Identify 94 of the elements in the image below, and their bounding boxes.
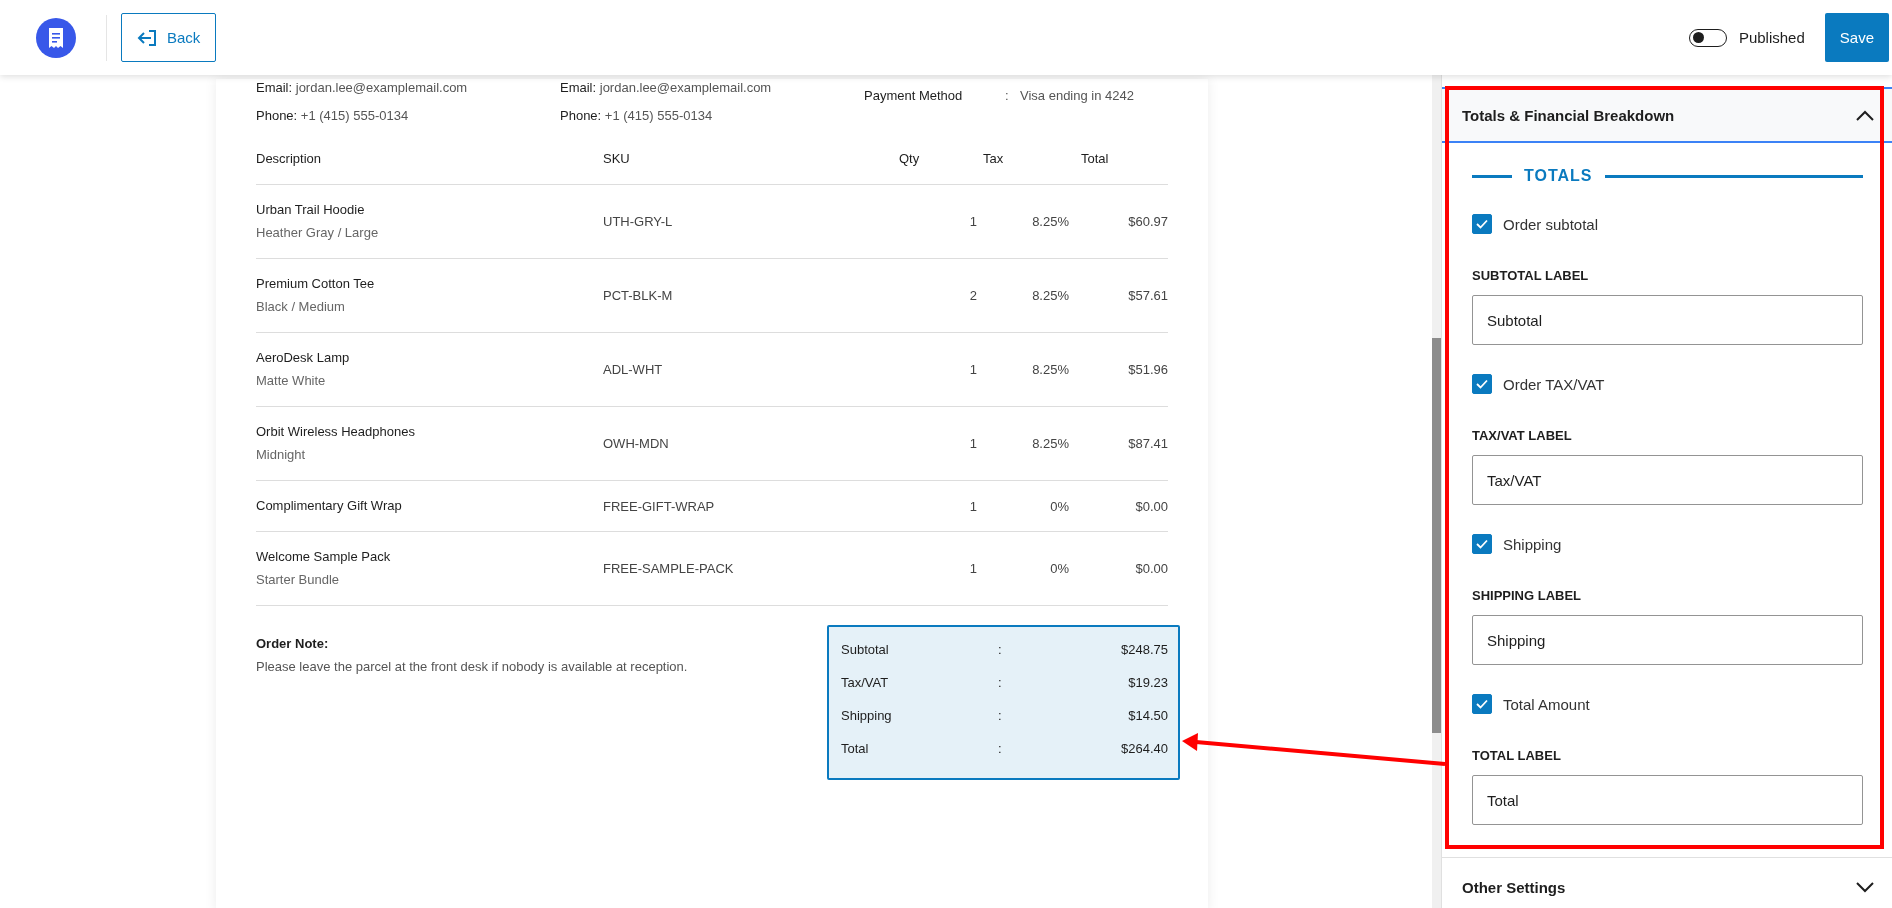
check-icon <box>1476 699 1488 709</box>
input-field[interactable]: Subtotal <box>1472 295 1863 345</box>
payment-value: Visa ending in 4242 <box>1020 87 1134 105</box>
item-name: Welcome Sample Pack <box>256 548 392 566</box>
item-name: Orbit Wireless Headphones <box>256 423 416 441</box>
sku-cell-text: FREE-SAMPLE-PACK <box>603 561 735 576</box>
qty-cell-text: 1 <box>968 214 977 229</box>
totals-label: Total <box>841 740 870 758</box>
save-button[interactable]: Save <box>1824 13 1889 62</box>
check-icon <box>1476 219 1488 229</box>
totals-label: Subtotal <box>841 641 890 659</box>
total-cell-text: $57.61 <box>1127 288 1168 303</box>
tax-cell-text: 0% <box>1049 498 1069 514</box>
phone-text: Phone: +1 (415) 555-0134 <box>560 107 714 125</box>
toggle-label: Published <box>1738 29 1805 46</box>
sku-cell-text: ADL-WHT <box>603 362 664 377</box>
checkbox[interactable] <box>1472 374 1492 394</box>
checkbox-label: Total Amount <box>1503 695 1590 713</box>
qty-cell-text: 1 <box>968 362 977 377</box>
totals-value: $19.23 <box>1127 674 1168 692</box>
section-heading: TOTALS <box>1524 167 1593 185</box>
sku-cell-text: UTH-GRY-L <box>603 214 674 229</box>
item-variant: Midnight <box>256 446 307 464</box>
total-cell-text: $51.96 <box>1127 362 1168 377</box>
back-arrow-icon <box>137 28 157 47</box>
item-variant: Black / Medium <box>256 298 346 316</box>
column-header: Total <box>1081 151 1110 166</box>
tax-cell-text: 8.25% <box>1031 362 1069 377</box>
checkbox-label: Order TAX/VAT <box>1503 375 1605 393</box>
checkbox[interactable] <box>1472 214 1492 234</box>
total-cell-text: $87.41 <box>1127 436 1168 451</box>
column-header: SKU <box>603 151 631 166</box>
item-name: Premium Cotton Tee <box>256 275 376 293</box>
note-text: Please leave the parcel at the front desk if nobody is available at reception. <box>256 659 688 674</box>
publish-toggle[interactable] <box>1688 28 1727 47</box>
tax-cell-text: 8.25% <box>1031 288 1069 303</box>
qty-cell-text: 1 <box>968 498 977 514</box>
totals-value: $14.50 <box>1127 707 1168 725</box>
tax-cell-text: 8.25% <box>1031 214 1069 229</box>
item-variant: Matte White <box>256 372 327 390</box>
scrollbar-thumb[interactable] <box>1432 338 1441 733</box>
email-text: Email: jordan.lee@examplemail.com <box>560 79 773 97</box>
separator: : <box>998 674 1003 692</box>
separator: : <box>998 740 1003 758</box>
field-label: TOTAL LABEL <box>1472 748 1562 763</box>
check-icon <box>1476 379 1488 389</box>
item-name: AeroDesk Lamp <box>256 349 351 367</box>
sku-cell-text: FREE-GIFT-WRAP <box>603 498 716 514</box>
totals-value: $248.75 <box>1120 641 1168 659</box>
phone-text: Phone: +1 (415) 555-0134 <box>256 107 410 125</box>
item-name: Complimentary Gift Wrap <box>256 497 403 515</box>
sku-cell-text: PCT-BLK-M <box>603 288 674 303</box>
receipt-logo-icon <box>36 17 76 58</box>
field-label: TAX/VAT LABEL <box>1472 428 1573 443</box>
qty-cell-text: 2 <box>968 288 977 303</box>
total-cell-text: $0.00 <box>1134 498 1168 514</box>
total-cell-text: $60.97 <box>1127 214 1168 229</box>
total-cell-text: $0.00 <box>1134 561 1168 576</box>
tax-cell-text: 8.25% <box>1031 436 1069 451</box>
column-header: Qty <box>899 151 921 166</box>
totals-value: $264.40 <box>1120 740 1168 758</box>
section-title: Totals & Financial Breakdown <box>1462 106 1675 124</box>
field-label: SUBTOTAL LABEL <box>1472 268 1590 283</box>
separator: : <box>998 707 1003 725</box>
totals-label: Tax/VAT <box>841 674 890 692</box>
check-icon <box>1476 539 1488 549</box>
payment-label: Payment Method <box>864 87 964 105</box>
section-header[interactable]: Totals & Financial Breakdown <box>1442 87 1892 143</box>
checkbox-label: Shipping <box>1503 535 1562 553</box>
email-text: Email: jordan.lee@examplemail.com <box>256 79 469 97</box>
input-field[interactable]: Tax/VAT <box>1472 455 1863 505</box>
sku-cell-text: OWH-MDN <box>603 436 670 451</box>
separator: : <box>998 641 1003 659</box>
tax-cell-text: 0% <box>1049 561 1069 576</box>
totals-label: Shipping <box>841 707 893 725</box>
chevron-up-icon[interactable] <box>1856 109 1874 121</box>
checkbox[interactable] <box>1472 534 1492 554</box>
back-button[interactable]: Back <box>121 13 217 62</box>
section-title: Other Settings <box>1462 879 1566 896</box>
item-name: Urban Trail Hoodie <box>256 201 366 219</box>
checkbox[interactable] <box>1472 694 1492 714</box>
qty-cell-text: 1 <box>968 561 977 576</box>
input-field[interactable]: Shipping <box>1472 615 1863 665</box>
column-header: Description <box>256 151 323 166</box>
checkbox-label: Order subtotal <box>1503 215 1599 233</box>
input-field[interactable]: Total <box>1472 775 1863 825</box>
item-variant: Heather Gray / Large <box>256 224 380 242</box>
chevron-down-icon[interactable] <box>1856 882 1874 893</box>
field-label: SHIPPING LABEL <box>1472 588 1583 603</box>
separator: : <box>1005 87 1010 105</box>
qty-cell-text: 1 <box>968 436 977 451</box>
item-variant: Starter Bundle <box>256 571 341 589</box>
column-header: Tax <box>983 151 1005 166</box>
note-title: Order Note: <box>256 636 330 651</box>
